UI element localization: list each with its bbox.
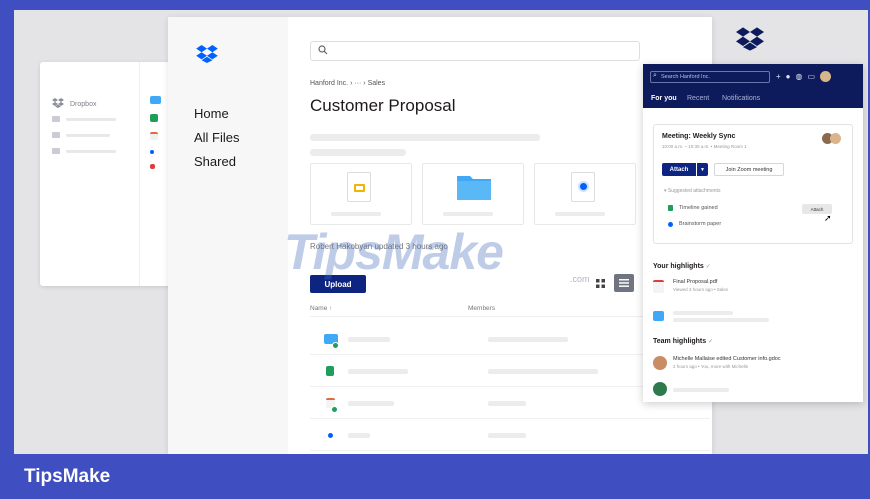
watermark-suffix: .com <box>570 274 590 284</box>
grid-view-icon[interactable] <box>590 274 610 292</box>
meeting-title: Meeting: Weekly Sync <box>662 133 736 140</box>
avatar <box>653 356 667 370</box>
join-zoom-button[interactable]: Join Zoom meeting <box>714 163 784 176</box>
panel-search-input[interactable]: ⌕ Search Hanford Inc. <box>650 71 770 83</box>
avatar <box>653 382 667 396</box>
team-highlight-item[interactable] <box>653 381 853 401</box>
document-icon <box>328 433 333 438</box>
nav-item-shared[interactable]: Shared <box>194 154 236 169</box>
panel-header: ⌕ Search Hanford Inc. + ● ◍ ▭ For you Re… <box>643 64 863 108</box>
sheet-icon <box>150 114 158 122</box>
check-icon: ✓ <box>708 339 714 345</box>
background-title-row: Dropbox <box>52 98 96 110</box>
column-header-name[interactable]: Name ↑ <box>310 305 332 312</box>
search-icon: ⌕ <box>653 72 657 79</box>
pdf-icon <box>653 280 664 293</box>
folder-icon <box>52 132 60 138</box>
slides-file-icon <box>347 172 371 202</box>
meeting-time: 10:00 a.m. – 10:30 a.m. • Meeting Room 1 <box>662 144 747 149</box>
mouse-cursor-icon: ➚ <box>824 213 832 223</box>
search-icon <box>318 45 328 58</box>
team-highlights-title: Team highlights ✓ <box>653 338 714 345</box>
background-list-item <box>52 116 116 122</box>
page-title: Customer Proposal <box>310 96 456 115</box>
description-placeholder <box>310 134 540 141</box>
background-list-item <box>52 148 116 154</box>
table-row[interactable] <box>310 421 710 451</box>
brand-name: TipsMake <box>24 466 111 487</box>
panel-toolbar: + ● ◍ ▭ <box>776 71 832 82</box>
your-highlights-title: Your highlights ✓ <box>653 263 711 270</box>
tab-notifications[interactable]: Notifications <box>722 95 760 102</box>
suggested-attachments-label[interactable]: ▾ Suggested attachments <box>664 188 720 194</box>
sheet-icon <box>326 366 334 376</box>
chevron-down-icon[interactable]: ▼ <box>697 163 708 176</box>
folder-icon <box>52 148 60 154</box>
sync-status-icon <box>331 406 338 413</box>
column-header-members[interactable]: Members <box>468 305 495 312</box>
nav-item-all-files[interactable]: All Files <box>194 130 240 145</box>
dropbox-logo-icon[interactable] <box>196 45 218 68</box>
attachment-item[interactable]: Timeline gained <box>668 205 718 211</box>
dropbox-logo-icon <box>736 27 764 56</box>
meeting-card[interactable]: Meeting: Weekly Sync 10:00 a.m. – 10:30 … <box>653 124 853 244</box>
dropbox-logo-icon <box>52 98 64 110</box>
attachment-item[interactable]: Brainstorm paper <box>668 221 721 227</box>
highlight-item[interactable]: Final Proposal.pdf Viewed 3 hours ago • … <box>653 278 853 298</box>
background-file-icons <box>150 96 170 179</box>
file-tile-document[interactable] <box>534 163 636 225</box>
list-view-icon[interactable] <box>614 274 634 292</box>
background-app-title: Dropbox <box>70 100 97 108</box>
background-sidebar: Dropbox <box>40 62 140 286</box>
folder-icon <box>653 311 664 321</box>
nav-sidebar: Home All Files Shared <box>168 17 288 454</box>
globe-icon[interactable]: ◍ <box>796 72 803 81</box>
nav-item-home[interactable]: Home <box>194 106 229 121</box>
folder-icon <box>150 96 161 104</box>
add-icon[interactable]: + <box>776 72 781 81</box>
panel-search-placeholder: Search Hanford Inc. <box>661 74 710 80</box>
highlight-item[interactable] <box>653 307 853 327</box>
file-tile-folder[interactable] <box>422 163 524 225</box>
folder-icon <box>52 116 60 122</box>
brand-banner: TipsMake <box>0 454 870 499</box>
document-file-icon <box>571 172 595 202</box>
check-icon: ✓ <box>705 264 711 270</box>
description-placeholder <box>310 149 406 156</box>
folder-icon <box>457 176 491 200</box>
avatar[interactable] <box>820 71 832 82</box>
tab-for-you[interactable]: For you <box>651 95 677 102</box>
breadcrumb[interactable]: Hanford Inc. › ··· › Sales <box>310 80 385 87</box>
background-list-item <box>52 132 110 138</box>
notification-bell-icon[interactable]: ● <box>786 72 791 81</box>
screenshot-stage: Dropbox Home All Files Shared Hanford In… <box>14 10 868 454</box>
team-highlight-item[interactable]: Michelle Mallaise edited Customer info.g… <box>653 355 853 375</box>
dot-icon <box>150 150 154 154</box>
sync-status-icon <box>332 342 339 349</box>
document-icon <box>668 221 673 227</box>
dropbox-panel: ⌕ Search Hanford Inc. + ● ◍ ▭ For you Re… <box>643 64 863 402</box>
watermark: TipsMake <box>284 224 504 280</box>
tab-recent[interactable]: Recent <box>687 95 709 102</box>
avatar <box>830 133 841 144</box>
folder-icon[interactable]: ▭ <box>808 72 816 81</box>
attach-button[interactable]: Attach <box>662 163 696 176</box>
pdf-icon <box>150 164 155 169</box>
file-tile-slides[interactable] <box>310 163 412 225</box>
search-input[interactable] <box>310 41 640 61</box>
sheet-icon <box>668 205 673 211</box>
slides-icon <box>150 132 158 140</box>
